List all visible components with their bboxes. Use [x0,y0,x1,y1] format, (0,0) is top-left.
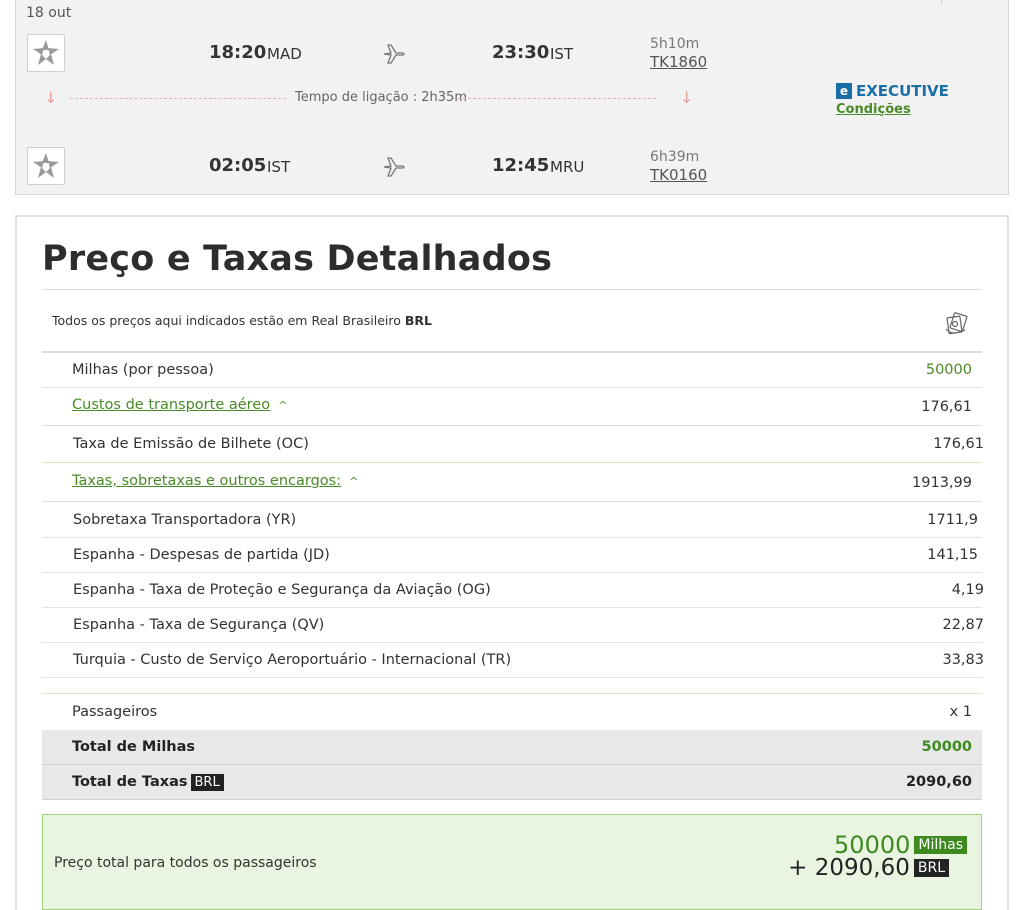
star-alliance-icon [27,34,65,72]
flight-segment-1: 18:20 MAD 23:30 IST 5h10m TK1860 [16,34,1008,74]
tax-item-row: Sobretaxa Transportadora (YR) 1711,9 [42,503,982,538]
connection-dashed-line [453,98,656,99]
star-alliance-icon [27,147,65,185]
flight-number-link[interactable]: TK1860 [650,53,707,71]
cabin-class: e EXECUTIVE Condições [836,80,949,117]
row-value: 176,61 [921,399,972,415]
arrival-time: 12:45 [492,155,550,176]
row-label: Total de Taxas BRL [72,774,224,791]
row-label: Total de Milhas [72,739,196,755]
divider [42,676,982,694]
row-label: Taxa de Emissão de Bilhete (OC) [73,436,309,452]
flight-duration: 6h39m [650,149,700,165]
connection-time: Tempo de ligação : 2h35m [295,90,467,105]
row-label: Custos de transporte aéreo [72,397,271,413]
money-icon [943,311,971,337]
currency-note-text: Todos os preços aqui indicados estão em … [52,313,401,328]
transport-costs-row[interactable]: Custos de transporte aéreo ^ 176,61 [42,388,982,426]
grand-total-label: Preço total para todos os passageiros [54,855,317,871]
tax-item-row: Espanha - Taxa de Segurança (QV) 22,87 [42,608,984,643]
flight-date: 18 out [26,5,72,21]
airplane-icon [382,42,406,66]
row-label: Espanha - Taxa de Segurança (QV) [73,617,325,633]
flight-segment-2: 02:05 IST 12:45 MRU 6h39m TK0160 [16,147,1008,187]
currency-badge: BRL [190,774,224,791]
executive-icon: e [836,82,852,99]
grand-total-taxes-value: + 2090,60 [788,855,910,881]
row-label: Milhas (por pessoa) [72,362,214,378]
row-value: 1711,9 [927,512,978,528]
arrow-down-icon: ↓ [44,88,58,107]
tax-item-row: Espanha - Taxa de Proteção e Segurança d… [42,573,984,608]
card-divider [941,0,942,4]
tax-item-row: Espanha - Despesas de partida (JD) 141,1… [42,538,982,573]
tax-item-row: Turquia - Custo de Serviço Aeroportuário… [42,643,984,678]
cabin-name: EXECUTIVE [856,81,949,100]
arrival-airport: MRU [550,158,585,176]
taxes-charges-row[interactable]: Taxas, sobretaxas e outros encargos: ^ 19… [42,464,982,502]
row-label: Taxas, sobretaxas e outros encargos: [72,473,342,489]
flight-number-link[interactable]: TK0160 [650,166,707,184]
row-value: 1913,99 [912,475,972,491]
arrival-airport: IST [550,45,574,63]
departure-airport: MAD [267,45,302,63]
divider [42,289,982,290]
flight-itinerary-card: 18 out 18:20 MAD 23:30 IST 5h10m TK1860 [15,0,1009,195]
departure-airport: IST [267,158,291,176]
airplane-icon [382,155,406,179]
price-details-panel: Preço e Taxas Detalhados Todos os preços… [15,215,1009,910]
transport-item-row: Taxa de Emissão de Bilhete (OC) 176,61 [42,427,984,463]
total-taxes-text: Total de Taxas [72,774,188,790]
total-taxes-row: Total de Taxas BRL 2090,60 [42,765,982,800]
miles-badge: Milhas [914,836,967,854]
taxes-charges-toggle[interactable]: Taxas, sobretaxas e outros encargos: ^ [72,473,358,489]
page-title: Preço e Taxas Detalhados [42,239,553,279]
departure-time: 18:20 [209,42,267,63]
chevron-up-icon: ^ [278,399,288,412]
row-value: 2090,60 [905,774,972,790]
grand-total-taxes: + 2090,60 BRL [788,855,949,881]
flight-duration: 5h10m [650,36,700,52]
total-miles-row: Total de Milhas 50000 [42,730,982,765]
row-label: Turquia - Custo de Serviço Aeroportuário… [73,652,512,668]
chevron-up-icon: ^ [349,475,359,488]
row-value: 22,87 [942,617,984,633]
passengers-row: Passageiros x 1 [42,695,982,730]
transport-costs-toggle[interactable]: Custos de transporte aéreo ^ [72,397,287,413]
currency-code: BRL [404,313,432,328]
row-value: 50000 [925,362,972,378]
arrival-time: 23:30 [492,42,550,63]
currency-badge: BRL [913,859,949,877]
currency-note: Todos os preços aqui indicados estão em … [52,313,432,328]
row-label: Sobretaxa Transportadora (YR) [73,512,297,528]
departure-time: 02:05 [209,155,267,176]
row-label: Espanha - Despesas de partida (JD) [73,547,330,563]
row-value: 141,15 [927,547,978,563]
row-label: Passageiros [72,704,158,720]
row-value: 50000 [921,739,972,755]
grand-total-box: Preço total para todos os passageiros 50… [42,814,982,910]
row-label: Espanha - Taxa de Proteção e Segurança d… [73,582,491,598]
arrow-down-icon: ↓ [680,88,694,107]
conditions-link[interactable]: Condições [836,102,949,117]
row-value: 4,19 [951,582,984,598]
row-value: 176,61 [933,436,984,452]
row-value: x 1 [949,704,972,720]
connection-dashed-line [70,98,286,99]
row-value: 33,83 [942,652,984,668]
miles-per-person-row: Milhas (por pessoa) 50000 [42,353,982,388]
